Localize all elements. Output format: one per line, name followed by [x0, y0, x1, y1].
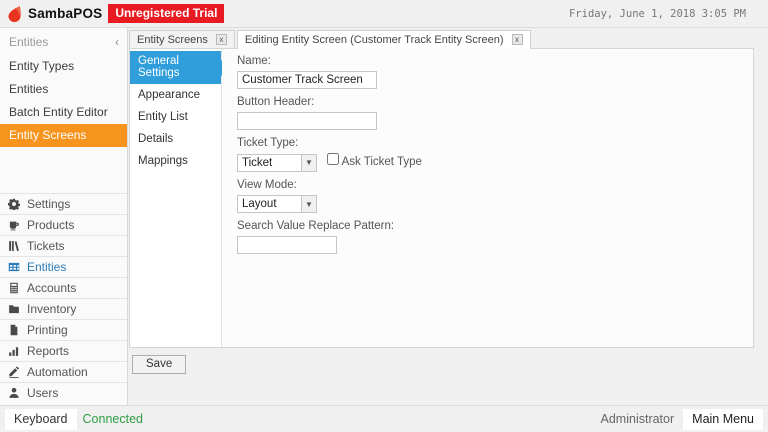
ticket-type-label: Ticket Type: — [237, 137, 299, 149]
cup-icon — [9, 221, 19, 231]
trial-badge: Unregistered Trial — [108, 4, 225, 23]
sidebar-menu-label: Entities — [27, 260, 67, 274]
sidebar-item-entity-screens[interactable]: Entity Screens — [0, 124, 127, 147]
sidebar-menu-label: Printing — [27, 323, 68, 337]
sidebar-menu-label: Products — [27, 218, 75, 232]
folder-icon — [9, 305, 19, 314]
sidebar-menu-label: Users — [27, 386, 59, 400]
editor-nav-entity-list[interactable]: Entity List — [130, 107, 221, 128]
ticket-type-value: Ticket — [242, 156, 273, 169]
search-pattern-label: Search Value Replace Pattern: — [237, 220, 395, 232]
sidebar-menu-users[interactable]: Users — [0, 382, 127, 403]
main-body: Entities ‹ Entity Types Entities Batch E… — [0, 28, 768, 405]
tab-entity-screens[interactable]: Entity Screens x — [129, 30, 235, 48]
calculator-icon — [10, 282, 18, 294]
tab-bar: Entity Screens x Editing Entity Screen (… — [129, 30, 754, 49]
main-content: Entity Screens x Editing Entity Screen (… — [128, 28, 768, 405]
sidebar-menu-label: Reports — [27, 344, 70, 358]
status-bar: Keyboard Connected Administrator Main Me… — [0, 405, 768, 432]
chevron-down-icon[interactable]: ▼ — [301, 154, 316, 171]
sambapos-logo-icon — [8, 6, 21, 23]
chevron-down-icon[interactable]: ▼ — [301, 196, 316, 212]
sidebar-menu-accounts[interactable]: Accounts — [0, 277, 127, 298]
sidebar-menu-inventory[interactable]: Inventory — [0, 298, 127, 319]
name-label: Name: — [237, 55, 271, 67]
sidebar-item-entities[interactable]: Entities — [0, 78, 127, 101]
sidebar-menu-settings[interactable]: Settings — [0, 193, 127, 214]
close-icon[interactable]: x — [511, 34, 523, 45]
sidebar-section-title: Entities — [9, 35, 49, 49]
sidebar-menu-tickets[interactable]: Tickets — [0, 235, 127, 256]
button-header-label: Button Header: — [237, 96, 315, 108]
editor-nav-details[interactable]: Details — [130, 129, 221, 150]
datetime-label: Friday, June 1, 2018 3:05 PM — [568, 7, 746, 20]
app-title: SambaPOS — [28, 6, 103, 21]
sidebar-menu-entities[interactable]: Entities — [0, 256, 127, 277]
ask-ticket-type-label: Ask Ticket Type — [341, 156, 422, 168]
tab-editing-entity-screen[interactable]: Editing Entity Screen (Customer Track En… — [236, 30, 531, 49]
gear-icon — [8, 198, 20, 210]
sidebar-menu-automation[interactable]: Automation — [0, 361, 127, 382]
connection-status: Connected — [82, 412, 143, 426]
view-mode-select[interactable]: Layout ▼ — [237, 195, 317, 213]
sidebar: Entities ‹ Entity Types Entities Batch E… — [0, 28, 128, 405]
collapse-chevron-icon[interactable]: ‹ — [115, 35, 119, 49]
sidebar-menu-label: Settings — [27, 197, 71, 211]
page-icon — [10, 324, 18, 336]
save-row: Save — [129, 348, 754, 374]
editor-nav-appearance[interactable]: Appearance — [130, 85, 221, 106]
sidebar-menu-label: Automation — [27, 365, 88, 379]
sidebar-main-menu: Settings Products Tickets Entities Accou… — [0, 193, 127, 403]
sidebar-item-batch-entity-editor[interactable]: Batch Entity Editor — [0, 101, 127, 124]
view-mode-label: View Mode: — [237, 179, 297, 191]
main-menu-button[interactable]: Main Menu — [683, 408, 763, 430]
sidebar-menu-products[interactable]: Products — [0, 214, 127, 235]
ticket-type-select[interactable]: Ticket ▼ — [237, 153, 317, 172]
editor-panel: General Settings Appearance Entity List … — [129, 48, 754, 348]
editor-nav-mappings[interactable]: Mappings — [130, 151, 221, 172]
app-window: SambaPOS Unregistered Trial Friday, June… — [0, 0, 768, 432]
sidebar-menu-printing[interactable]: Printing — [0, 319, 127, 340]
bar-chart-icon — [9, 347, 19, 356]
editor-nav-general-settings[interactable]: General Settings — [130, 51, 221, 84]
button-header-input[interactable] — [237, 112, 377, 130]
table-icon — [8, 262, 20, 272]
sidebar-menu-label: Tickets — [27, 239, 65, 253]
close-icon[interactable]: x — [215, 34, 227, 45]
ask-ticket-type-checkbox[interactable] — [327, 153, 339, 165]
sidebar-section-header: Entities ‹ — [0, 28, 127, 55]
keyboard-button[interactable]: Keyboard — [5, 408, 77, 430]
sidebar-menu-label: Inventory — [27, 302, 77, 316]
books-icon — [9, 241, 19, 252]
general-settings-form: Name: Button Header: Ticket Type: Ticket… — [222, 49, 753, 347]
tab-label: Editing Entity Screen (Customer Track En… — [244, 33, 504, 46]
current-user-label: Administrator — [600, 412, 675, 426]
title-bar: SambaPOS Unregistered Trial Friday, June… — [0, 0, 768, 28]
view-mode-value: Layout — [242, 198, 277, 210]
search-pattern-input[interactable] — [237, 236, 337, 254]
sidebar-menu-label: Accounts — [27, 281, 77, 295]
editor-nav: General Settings Appearance Entity List … — [130, 49, 222, 347]
name-input[interactable] — [237, 71, 377, 89]
sidebar-item-entity-types[interactable]: Entity Types — [0, 55, 127, 78]
person-icon — [9, 387, 19, 398]
tab-label: Entity Screens — [137, 33, 208, 46]
pencil-icon — [9, 366, 20, 378]
sidebar-menu-reports[interactable]: Reports — [0, 340, 127, 361]
ask-ticket-type-option[interactable]: Ask Ticket Type — [327, 153, 422, 168]
save-button[interactable]: Save — [132, 355, 187, 374]
